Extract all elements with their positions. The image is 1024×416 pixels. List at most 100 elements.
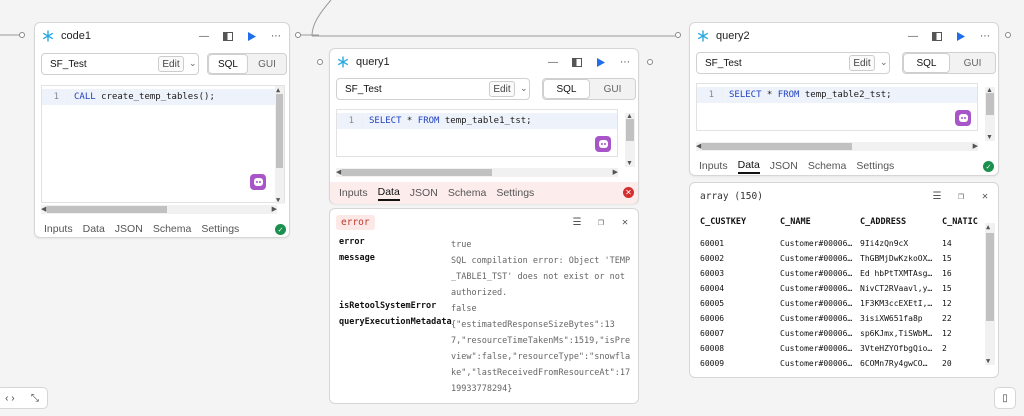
tab-data[interactable]: Data [377, 186, 400, 201]
more-icon[interactable]: ⋯ [269, 29, 283, 43]
table-cell: Customer#00006… [780, 239, 853, 248]
scroll-left-icon[interactable]: ◀ [696, 142, 701, 150]
tab-schema[interactable]: Schema [808, 160, 847, 172]
scroll-right-icon[interactable]: ▶ [613, 168, 618, 176]
mode-sql[interactable]: SQL [543, 79, 590, 99]
list-icon[interactable]: ☰ [930, 189, 944, 203]
mode-gui[interactable]: GUI [950, 53, 995, 73]
horizontal-scrollbar[interactable]: ◀ ▶ [41, 205, 277, 214]
run-icon[interactable] [245, 29, 259, 43]
resource-select[interactable]: SF_Test Edit ⌄ [41, 53, 199, 75]
tab-schema[interactable]: Schema [448, 187, 487, 199]
scroll-up-icon[interactable]: ▲ [986, 223, 990, 231]
query2-block[interactable]: query2 — ⋯ SF_Test Edit ⌄ SQL GUI 1 SELE… [689, 22, 999, 176]
tab-settings[interactable]: Settings [496, 187, 534, 199]
vertical-scrollbar[interactable]: ▲ ▼ [985, 223, 995, 365]
column-header[interactable]: C_ADDRESS [860, 217, 906, 227]
code1-toolbar: SF_Test Edit ⌄ SQL GUI [41, 53, 287, 75]
scroll-up-icon[interactable]: ▲ [986, 87, 993, 94]
tab-json[interactable]: JSON [115, 223, 143, 235]
code1-block[interactable]: code1 — ⋯ SF_Test Edit ⌄ SQL GUI 1 CALL … [34, 22, 290, 238]
chevron-down-icon: ⌄ [189, 58, 197, 68]
query1-block[interactable]: query1 — ⋯ SF_Test Edit ⌄ SQL GUI 1 SELE… [329, 48, 639, 204]
scroll-down-icon[interactable]: ▼ [276, 196, 280, 204]
scroll-right-icon[interactable]: ▶ [272, 205, 277, 213]
more-icon[interactable]: ⋯ [978, 29, 992, 43]
list-icon[interactable]: ☰ [570, 215, 584, 229]
horizontal-scrollbar[interactable]: ◀ ▶ [336, 168, 618, 177]
query1-editor[interactable]: 1 SELECT * FROM temp_table1_tst; [336, 109, 618, 157]
scroll-left-icon[interactable]: ◀ [336, 168, 341, 176]
table-cell: 60005 [700, 299, 725, 308]
mode-toggle[interactable]: SQL GUI [207, 53, 287, 75]
horizontal-scrollbar[interactable]: ◀ ▶ [696, 142, 978, 151]
column-header[interactable]: C_NAME [780, 217, 811, 227]
resource-select[interactable]: SF_Test Edit ⌄ [336, 78, 530, 100]
mode-toggle[interactable]: SQL GUI [902, 52, 996, 74]
panel-toggle-icon[interactable] [221, 29, 235, 43]
scroll-down-icon[interactable]: ▼ [986, 357, 990, 365]
tab-json[interactable]: JSON [410, 187, 438, 199]
table-cell: 3isiXW651fa8p [860, 314, 923, 323]
mode-sql[interactable]: SQL [903, 53, 950, 73]
tab-data[interactable]: Data [83, 223, 105, 235]
vertical-scrollbar[interactable]: ▲ ▼ [275, 86, 284, 204]
ai-assist-icon[interactable] [955, 110, 971, 126]
tab-settings[interactable]: Settings [856, 160, 894, 172]
panel-toggle-icon[interactable] [570, 55, 584, 69]
pan-icon[interactable]: ‹ › [5, 393, 14, 404]
scroll-up-icon[interactable]: ▲ [276, 86, 280, 94]
table-cell: 60009 [700, 359, 725, 368]
vertical-scrollbar[interactable]: ▲ ▼ [985, 87, 995, 141]
column-header[interactable]: C_NATIC [942, 217, 984, 227]
mode-toggle[interactable]: SQL GUI [542, 78, 636, 100]
resource-select[interactable]: SF_Test Edit ⌄ [696, 52, 890, 74]
tab-schema[interactable]: Schema [153, 223, 192, 235]
tab-settings[interactable]: Settings [201, 223, 239, 235]
kv-key: error [339, 237, 365, 247]
query2-header: query2 — ⋯ [690, 23, 998, 49]
query2-editor[interactable]: 1 SELECT * FROM temp_table2_tst; [696, 83, 978, 131]
copy-icon[interactable]: ❐ [594, 215, 608, 229]
tab-data[interactable]: Data [737, 159, 760, 174]
sidebar-icon: ▯ [1002, 392, 1008, 404]
query1-tabs: Inputs Data JSON Schema Settings [330, 182, 638, 204]
edit-resource-button[interactable]: Edit [489, 81, 515, 97]
expand-icon[interactable]: ⤡ [31, 393, 39, 404]
close-icon[interactable]: ✕ [618, 215, 632, 229]
column-header[interactable]: C_CUSTKEY [700, 217, 746, 227]
tab-inputs[interactable]: Inputs [44, 223, 73, 235]
minus-icon[interactable]: — [546, 55, 560, 69]
run-icon[interactable] [954, 29, 968, 43]
edit-resource-button[interactable]: Edit [849, 55, 875, 71]
code1-editor[interactable]: 1 CALL create_temp_tables(); ▲ ▼ [41, 85, 285, 204]
minus-icon[interactable]: — [197, 29, 211, 43]
tab-json[interactable]: JSON [770, 160, 798, 172]
mode-gui[interactable]: GUI [590, 79, 635, 99]
more-icon[interactable]: ⋯ [618, 55, 632, 69]
vertical-scrollbar[interactable]: ▲ ▼ [625, 113, 635, 167]
close-icon[interactable]: ✕ [978, 189, 992, 203]
scroll-up-icon[interactable]: ▲ [626, 113, 633, 120]
panel-toggle-icon[interactable] [930, 29, 944, 43]
scroll-down-icon[interactable]: ▼ [986, 134, 993, 141]
table-cell: sp6KJmx,TiSWbM… [860, 329, 933, 338]
ai-assist-icon[interactable] [595, 136, 611, 152]
scroll-left-icon[interactable]: ◀ [41, 205, 46, 213]
edit-resource-button[interactable]: Edit [158, 56, 184, 72]
scroll-right-icon[interactable]: ▶ [973, 142, 978, 150]
tab-inputs[interactable]: Inputs [699, 160, 728, 172]
mode-sql[interactable]: SQL [208, 54, 248, 74]
minus-icon[interactable]: — [906, 29, 920, 43]
table-cell: 60007 [700, 329, 725, 338]
tab-inputs[interactable]: Inputs [339, 187, 368, 199]
table-cell: Customer#00006… [780, 254, 853, 263]
ai-assist-icon[interactable] [250, 174, 266, 190]
scroll-down-icon[interactable]: ▼ [626, 160, 633, 167]
copy-icon[interactable]: ❐ [954, 189, 968, 203]
kv-value: {"estimatedResponseSizeBytes":137,"resou… [451, 320, 631, 394]
mode-gui[interactable]: GUI [248, 54, 286, 74]
table-cell: 3VteHZYOfbgQio… [860, 344, 933, 353]
sidebar-toggle-button[interactable]: ▯ [994, 387, 1016, 409]
run-icon[interactable] [594, 55, 608, 69]
